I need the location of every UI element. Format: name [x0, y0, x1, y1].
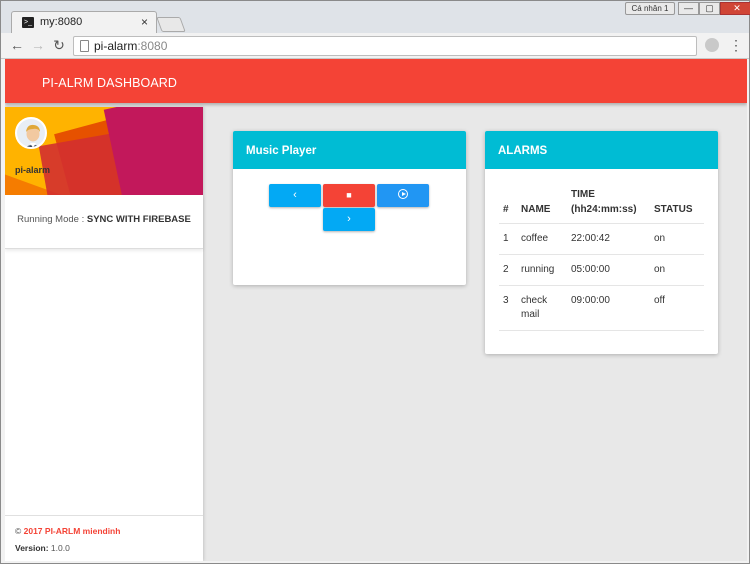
copyright-text: 2017 PI-ARLM miendinh [23, 526, 121, 536]
tab-strip: >_ my:8080 × Cá nhân 1 — ▢ ✕ [1, 1, 750, 33]
table-row[interactable]: 1 coffee 22:00:42 on [499, 223, 704, 255]
play-circle-icon [398, 189, 408, 199]
row-name: running [517, 254, 567, 286]
maximize-button[interactable]: ▢ [699, 2, 720, 15]
prev-button[interactable]: ‹ [269, 184, 321, 207]
browser-toolbar: ← → ↻ pi-alarm:8080 ⋮ [1, 33, 749, 59]
col-time: TIME (hh24:mm:ss) [567, 187, 650, 224]
terminal-icon: >_ [22, 17, 34, 28]
row-name: check mail [517, 285, 567, 331]
next-icon: › [347, 213, 351, 225]
user-name: pi-alarm [15, 165, 51, 175]
col-name: NAME [517, 187, 567, 224]
prev-icon: ‹ [293, 189, 297, 201]
address-bar[interactable]: pi-alarm:8080 [73, 36, 697, 56]
row-time: 09:00:00 [567, 285, 650, 331]
extension-icon[interactable] [705, 38, 719, 52]
alarms-table: # NAME TIME (hh24:mm:ss) STATUS 1 coffee… [499, 187, 704, 331]
tab-title: my:8080 [40, 16, 83, 28]
sidebar-footer: © 2017 PI-ARLM miendinh Version: 1.0.0 [5, 515, 203, 561]
row-status: off [650, 285, 704, 331]
stop-icon: ■ [346, 190, 352, 200]
table-row[interactable]: 3 check mail 09:00:00 off [499, 285, 704, 331]
row-status: on [650, 223, 704, 255]
stop-button[interactable]: ■ [323, 184, 375, 207]
mode-label: Running Mode : [17, 214, 87, 225]
next-button[interactable]: › [323, 208, 375, 231]
version-text: Version: 1.0.0 [15, 543, 70, 553]
play-button[interactable] [377, 184, 429, 207]
back-icon[interactable]: ← [9, 37, 25, 53]
table-header-row: # NAME TIME (hh24:mm:ss) STATUS [499, 187, 704, 224]
new-tab-button[interactable] [156, 17, 186, 32]
avatar [15, 117, 47, 149]
row-num: 1 [499, 223, 517, 255]
row-num: 3 [499, 285, 517, 331]
music-player-card: Music Player ‹ ■ › [233, 131, 466, 285]
browser-tab[interactable]: >_ my:8080 × [11, 11, 157, 33]
row-num: 2 [499, 254, 517, 286]
music-player-title: Music Player [233, 131, 466, 169]
sidebar: pi-alarm Running Mode : SYNC WITH FIREBA… [5, 107, 203, 561]
alarms-card: ALARMS # NAME TIME (hh24:mm:ss) STATUS 1… [485, 131, 718, 354]
profile-button[interactable]: Cá nhân 1 [625, 2, 675, 15]
alarms-title: ALARMS [485, 131, 718, 169]
minimize-button[interactable]: — [678, 2, 699, 15]
window-close-button[interactable]: ✕ [720, 2, 750, 15]
page-icon [80, 40, 89, 52]
sidebar-header: pi-alarm [5, 107, 203, 195]
table-row[interactable]: 2 running 05:00:00 on [499, 254, 704, 286]
mode-value: SYNC WITH FIREBASE [86, 214, 191, 225]
browser-window: >_ my:8080 × Cá nhân 1 — ▢ ✕ ← → ↻ pi-al… [0, 0, 750, 564]
forward-icon[interactable]: → [30, 37, 46, 53]
row-status: on [650, 254, 704, 286]
app-title: PI-ALRM DASHBOARD [42, 76, 178, 90]
app-bar: PI-ALRM DASHBOARD [5, 59, 747, 103]
page-content: PI-ALRM DASHBOARD pi-alarm Running Mode … [5, 59, 747, 561]
close-icon[interactable]: × [141, 15, 148, 29]
menu-icon[interactable]: ⋮ [729, 37, 743, 54]
reload-icon[interactable]: ↻ [51, 37, 67, 54]
url-text: pi-alarm:8080 [94, 39, 168, 53]
col-status: STATUS [650, 187, 704, 224]
running-mode: Running Mode : SYNC WITH FIREBASE [5, 195, 203, 249]
row-time: 05:00:00 [567, 254, 650, 286]
col-num: # [499, 187, 517, 224]
copyright-symbol: © [15, 526, 24, 536]
row-time: 22:00:42 [567, 223, 650, 255]
row-name: coffee [517, 223, 567, 255]
